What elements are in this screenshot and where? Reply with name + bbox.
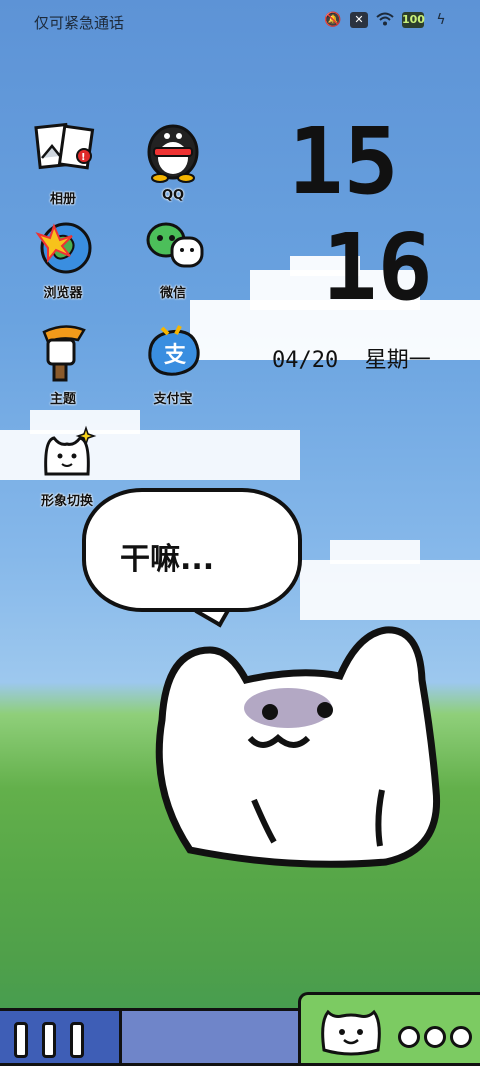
svg-text:支: 支	[164, 343, 187, 368]
theme-icon	[30, 318, 96, 384]
battery-icon: 100	[402, 12, 425, 28]
more-dots-icon[interactable]	[424, 1026, 446, 1048]
no-sim-icon: ✕	[350, 12, 368, 28]
more-dots-icon[interactable]	[450, 1026, 472, 1048]
wifi-icon	[376, 12, 394, 28]
recents-bars-icon[interactable]	[70, 1022, 84, 1058]
charging-icon: ϟ	[436, 12, 446, 28]
date-text: 04/20	[272, 348, 339, 373]
app-label: 支付宝	[153, 392, 193, 407]
qq-penguin-icon	[140, 118, 206, 184]
app-label: 微信	[159, 286, 186, 301]
carrier-text: 仅可紧急通话	[34, 14, 125, 32]
status-icons: 🔕 ✕ 100 ϟ	[324, 12, 450, 28]
app-label: 主题	[49, 392, 76, 407]
weekday-text: 星期一	[364, 348, 431, 373]
clock-date: 04/20 星期一	[272, 342, 431, 374]
more-dots-icon[interactable]	[398, 1026, 420, 1048]
avatar-switch-icon	[34, 420, 100, 486]
wechat-icon	[140, 212, 206, 278]
cat-face-icon[interactable]	[316, 1002, 386, 1058]
app-wechat[interactable]: 微信	[128, 212, 218, 301]
status-bar: 仅可紧急通话 🔕 ✕ 100 ϟ	[0, 0, 480, 44]
dock-center-panel	[122, 1008, 300, 1066]
app-avatar-switch[interactable]: 形象切换	[22, 420, 112, 509]
app-theme[interactable]: 主题	[18, 318, 108, 407]
app-browser[interactable]: 浏览器	[18, 212, 108, 301]
cat-character[interactable]	[150, 620, 450, 870]
gallery-icon: !	[30, 118, 96, 184]
app-gallery[interactable]: ! 相册	[18, 118, 108, 207]
recents-bars-icon[interactable]	[14, 1022, 28, 1058]
app-label: 相册	[49, 192, 76, 207]
alipay-icon: 支	[140, 318, 206, 384]
recents-bars-icon[interactable]	[42, 1022, 56, 1058]
app-alipay[interactable]: 支 支付宝	[128, 318, 218, 407]
home-screen: 仅可紧急通话 🔕 ✕ 100 ϟ ! 相册 QQ 浏览器 微信 主题 支 支付宝…	[0, 0, 480, 1066]
cloud	[300, 560, 480, 620]
mute-icon: 🔕	[324, 12, 342, 28]
app-qq[interactable]: QQ	[128, 118, 218, 203]
speech-bubble-text: 干嘛...	[120, 542, 215, 577]
app-label: QQ	[161, 188, 185, 203]
browser-icon	[30, 212, 96, 278]
app-label: 浏览器	[43, 286, 83, 301]
cloud	[330, 540, 420, 564]
clock-hour: 15	[288, 108, 399, 215]
svg-text:!: !	[81, 152, 86, 163]
clock-minute: 16	[322, 214, 433, 321]
